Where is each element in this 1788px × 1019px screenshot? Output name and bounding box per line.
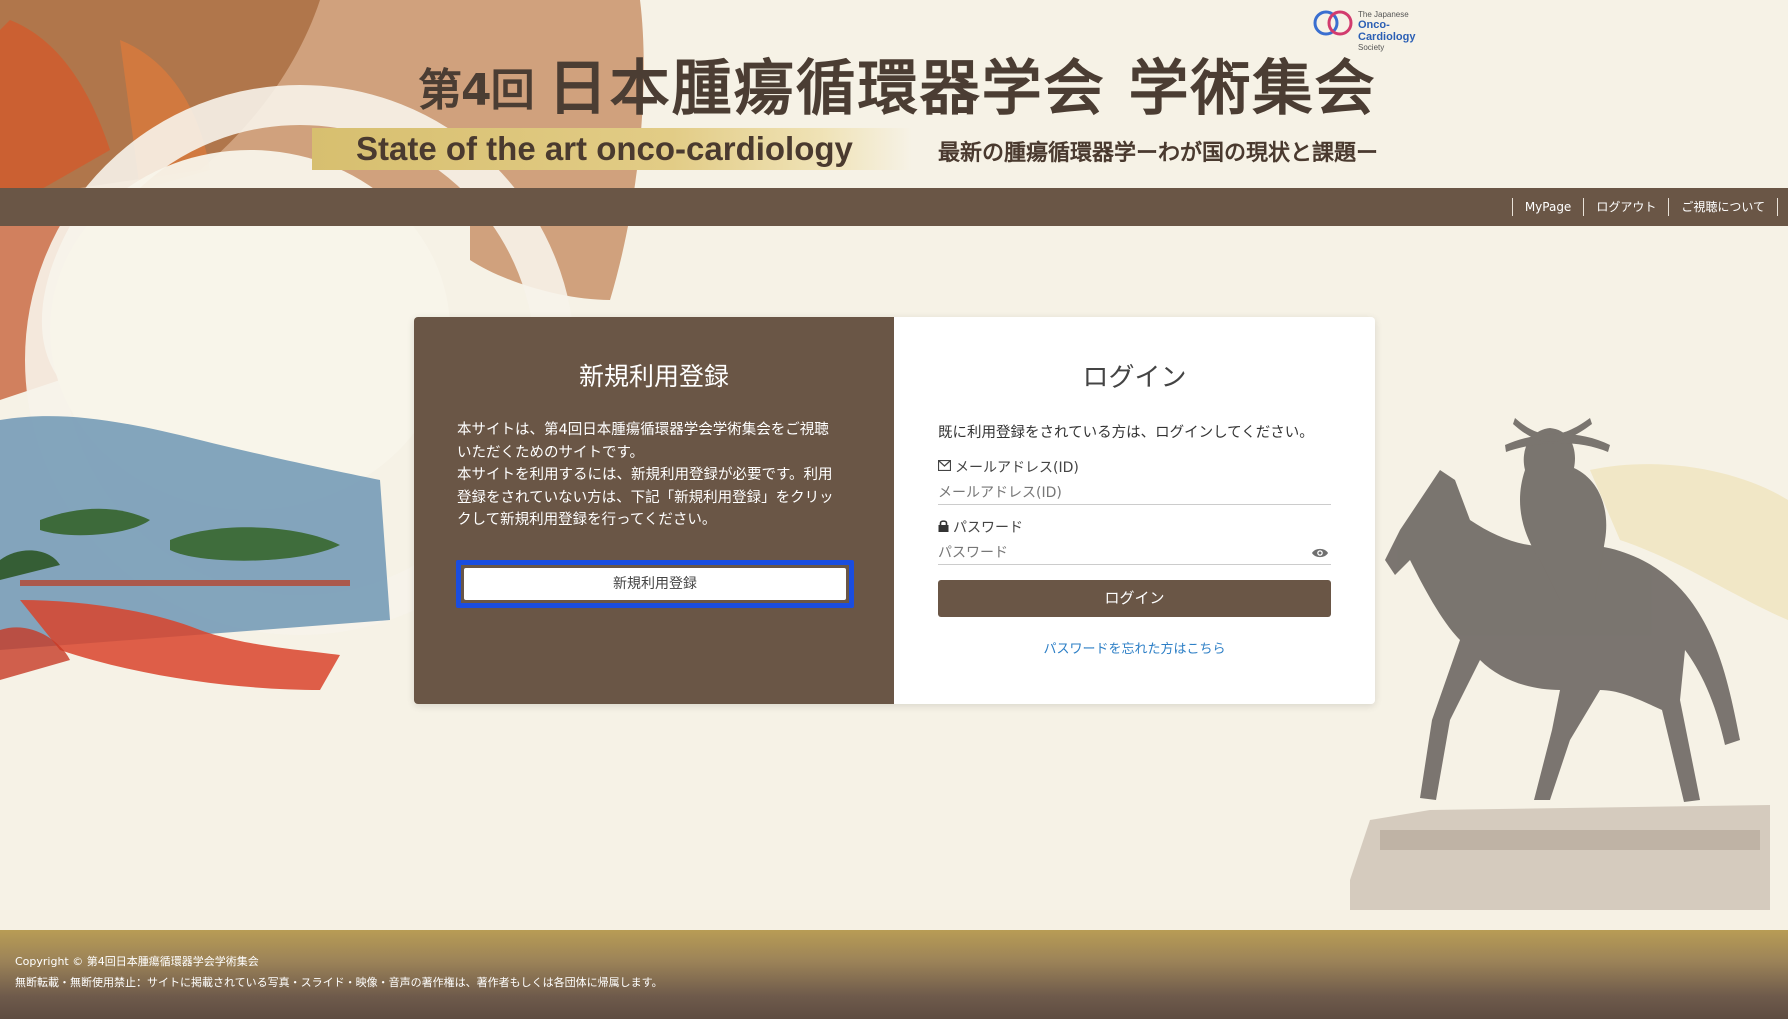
subtitle-japanese: 最新の腫瘍循環器学ーわが国の現状と課題ー (938, 141, 1379, 166)
register-description-line: 本サイトを利用するには、新規利用登録が必要です。利用 (457, 467, 833, 483)
login-intro: 既に利用登録をされている方は、ログインしてください。 (938, 425, 1314, 441)
society-ring-logo-icon (1313, 10, 1353, 36)
email-label-text: メールアドレス(ID) (955, 460, 1079, 476)
register-description-line: 本サイトは、第4回日本腫瘍循環器学会学術集会をご視聴 (457, 422, 829, 438)
site-footer: Copyright © 第4回日本腫瘍循環器学会学術集会 無断転載・無断使用禁止… (0, 930, 1788, 1019)
eye-icon[interactable] (1311, 545, 1329, 565)
footer-copyright: Copyright © 第4回日本腫瘍循環器学会学術集会 (15, 955, 259, 968)
meeting-title: 第4回 日本腫瘍循環器学会 学術集会 (418, 40, 1377, 127)
register-description-line: クして新規利用登録を行ってください。 (457, 512, 717, 528)
lock-icon (938, 519, 949, 536)
register-title: 新規利用登録 (578, 362, 729, 391)
password-label: パスワード (938, 517, 1023, 537)
nav-link-about-viewing[interactable]: ご視聴について (1668, 198, 1778, 216)
society-logo-line1: The Japanese (1358, 10, 1409, 19)
forgot-password-link[interactable]: パスワードを忘れた方はこちら (894, 638, 1375, 657)
password-label-text: パスワード (953, 520, 1023, 536)
email-label: メールアドレス(ID) (937, 457, 1079, 477)
register-button[interactable]: 新規利用登録 (464, 568, 846, 600)
login-title: ログイン (1082, 363, 1187, 393)
meeting-title-number: 第4回 (418, 65, 535, 116)
footer-notice: 無断転載・無断使用禁止：サイトに掲載されている写真・スライド・映像・音声の著作権… (15, 976, 663, 989)
login-panel: ログイン 既に利用登録をされている方は、ログインしてください。 メールアドレス(… (894, 317, 1375, 704)
site-header: The Japanese Onco-Cardiology Society 第4回… (0, 0, 1788, 188)
email-field[interactable]: メールアドレス(ID) (938, 483, 1331, 505)
login-button[interactable]: ログイン (938, 580, 1331, 617)
email-placeholder: メールアドレス(ID) (938, 485, 1062, 501)
register-description-line: 登録をされていない方は、下記「新規利用登録」をクリッ (457, 489, 834, 506)
nav-link-logout[interactable]: ログアウト (1583, 198, 1668, 216)
password-placeholder: パスワード (938, 545, 1008, 561)
register-panel: 新規利用登録 本サイトは、第4回日本腫瘍循環器学会学術集会をご視聴 いただくため… (414, 317, 894, 704)
envelope-icon (937, 459, 952, 475)
meeting-title-name: 日本腫瘍循環器学会 学術集会 (547, 54, 1377, 124)
society-logo[interactable]: The Japanese Onco-Cardiology Society (1312, 6, 1447, 52)
register-description-line: いただくためのサイトです。 (457, 444, 645, 461)
register-description: 本サイトは、第4回日本腫瘍循環器学会学術集会をご視聴 いただくためのサイトです。… (457, 419, 857, 532)
nav-link-mypage[interactable]: MyPage (1511, 198, 1584, 216)
top-nav-bar: MyPage ログアウト ご視聴について (0, 188, 1788, 226)
auth-card: 新規利用登録 本サイトは、第4回日本腫瘍循環器学会学術集会をご視聴 いただくため… (414, 317, 1375, 704)
top-nav-links: MyPage ログアウト ご視聴について (1511, 198, 1778, 216)
password-field[interactable]: パスワード (938, 543, 1331, 565)
subtitle-english: State of the art onco-cardiology (356, 130, 853, 167)
